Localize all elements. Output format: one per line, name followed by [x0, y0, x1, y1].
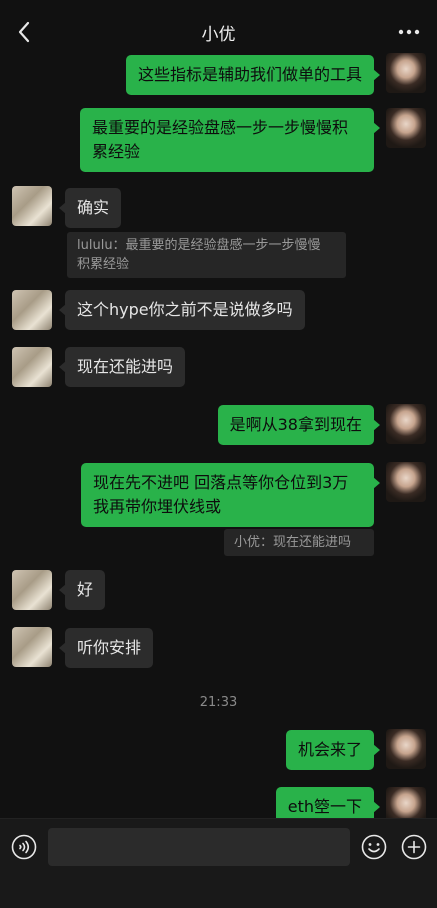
message-bubble-incoming[interactable]: 这个hype你之前不是说做多吗 [59, 290, 305, 330]
quoted-message[interactable]: 小优：现在还能进吗 [224, 529, 374, 556]
avatar[interactable] [386, 462, 426, 502]
voice-icon[interactable] [10, 833, 38, 861]
avatar[interactable] [12, 347, 52, 387]
message-bubble-incoming[interactable]: 好 [58, 570, 106, 610]
message-bubble-outgoing[interactable]: 现在先不进吧 回落点等你仓位到3万 我再带你埋伏线或 [81, 463, 380, 527]
avatar[interactable] [386, 53, 426, 93]
avatar[interactable] [386, 404, 426, 444]
avatar[interactable] [12, 290, 52, 330]
message-bubble-outgoing[interactable]: eth箜一下 [275, 787, 381, 818]
avatar[interactable] [386, 108, 426, 148]
emoji-icon[interactable] [360, 833, 388, 861]
message-bubble-outgoing[interactable]: 这些指标是辅助我们做单的工具 [125, 55, 381, 95]
message-bubble-outgoing[interactable]: 最重要的是经验盘感一步一步慢慢积 累经验 [80, 108, 380, 172]
message-bubble-incoming[interactable]: 确实 [58, 188, 122, 228]
quoted-message[interactable]: lululu：最重要的是经验盘感一步一步慢慢 积累经验 [67, 232, 346, 278]
message-input[interactable] [48, 828, 350, 866]
avatar[interactable] [12, 570, 52, 610]
avatar[interactable] [12, 186, 52, 226]
message-bubble-incoming[interactable]: 现在还能进吗 [58, 347, 186, 387]
message-timestamp: 21:33 [199, 695, 238, 710]
avatar[interactable] [386, 787, 426, 818]
message-bubble-outgoing[interactable]: 是啊从38拿到现在 [217, 405, 381, 445]
avatar[interactable] [386, 729, 426, 769]
message-bubble-incoming[interactable]: 听你安排 [58, 628, 154, 668]
message-bubble-outgoing[interactable]: 机会来了 [285, 730, 381, 770]
avatar[interactable] [12, 627, 52, 667]
plus-icon[interactable] [400, 833, 428, 861]
input-bar [0, 818, 437, 908]
message-list[interactable]: 这些指标是辅助我们做单的工具 最重要的是经验盘感一步一步慢慢积 累经验 确实 l… [0, 40, 437, 818]
